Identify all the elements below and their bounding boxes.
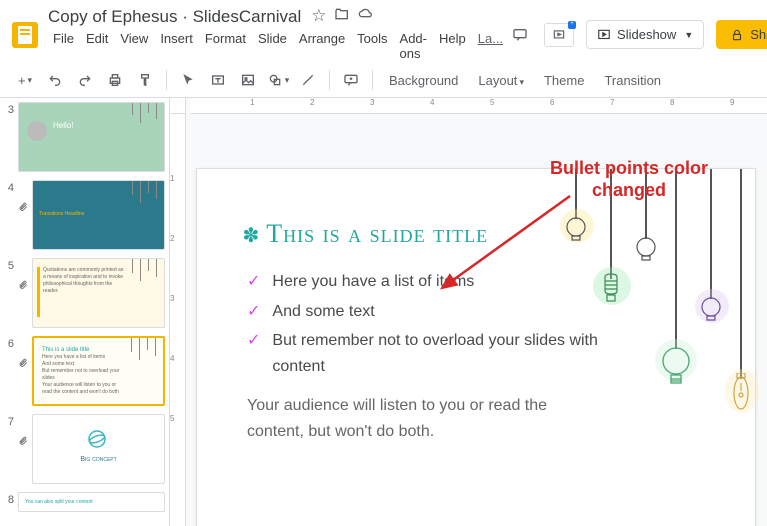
horizontal-ruler[interactable]: 1 2 3 4 5 6 7 8 9	[190, 98, 767, 114]
menu-bar: File Edit View Insert Format Slide Arran…	[48, 29, 508, 63]
attachment-icon	[18, 180, 28, 215]
move-icon[interactable]	[334, 6, 350, 27]
layout-button[interactable]: Layout▾	[470, 73, 532, 88]
checkmark-icon: ✓	[247, 328, 260, 379]
vertical-ruler[interactable]: 1 2 3 4 5	[170, 114, 186, 526]
transition-button[interactable]: Transition	[596, 73, 669, 88]
background-button[interactable]: Background	[381, 73, 466, 88]
chevron-down-icon: ▼	[684, 30, 693, 40]
slides-logo[interactable]	[12, 22, 38, 48]
share-label: Share	[750, 27, 767, 42]
share-button[interactable]: Share	[716, 20, 767, 49]
print-button[interactable]	[102, 67, 128, 93]
slide-title[interactable]: ✽This is a slide title	[227, 219, 488, 249]
slide-thumbnail[interactable]: Transitions Headline	[32, 180, 165, 250]
menu-view[interactable]: View	[115, 29, 153, 63]
document-title[interactable]: Copy of Ephesus · SlidesCarnival	[48, 7, 301, 27]
toolbar: +▾ ▾ Background Layout▾ Theme Transition	[0, 63, 767, 98]
menu-slide[interactable]: Slide	[253, 29, 292, 63]
comments-icon[interactable]	[508, 23, 532, 47]
cloud-icon[interactable]	[358, 6, 374, 27]
star-icon[interactable]: ☆	[311, 6, 326, 27]
attachment-icon	[18, 258, 28, 293]
slide-number: 7	[4, 414, 14, 428]
line-tool[interactable]	[295, 67, 321, 93]
slideshow-label: Slideshow	[617, 27, 676, 42]
slide-thumbnail[interactable]: Quotations are commonly printed as a mea…	[32, 258, 165, 328]
present-icon[interactable]: +	[544, 23, 574, 47]
slide-thumbnail[interactable]: You can also split your content	[18, 492, 165, 512]
lightbulbs-decoration	[555, 169, 755, 449]
paint-format-button[interactable]	[132, 67, 158, 93]
header-right: + Slideshow ▼ Share	[508, 20, 767, 49]
menu-addons[interactable]: Add-ons	[395, 29, 432, 63]
menu-help[interactable]: Help	[434, 29, 471, 63]
checkmark-icon: ✓	[247, 269, 260, 295]
header: Copy of Ephesus · SlidesCarnival ☆ File …	[0, 0, 767, 63]
slide-thumbnail[interactable]: Big concept	[32, 414, 165, 484]
menu-edit[interactable]: Edit	[81, 29, 113, 63]
slide-body[interactable]: ✓Here you have a list of items ✓And some…	[247, 269, 607, 445]
image-tool[interactable]	[235, 67, 261, 93]
list-item: ✓Here you have a list of items	[247, 269, 607, 295]
textbox-tool[interactable]	[205, 67, 231, 93]
checkmark-icon: ✓	[247, 299, 260, 325]
annotation-text: Bullet points color changed	[550, 158, 708, 201]
menu-tools[interactable]: Tools	[352, 29, 392, 63]
menu-arrange[interactable]: Arrange	[294, 29, 350, 63]
theme-button[interactable]: Theme	[536, 73, 592, 88]
asterisk-icon: ✽	[243, 225, 261, 247]
slideshow-button[interactable]: Slideshow ▼	[586, 20, 704, 49]
redo-button[interactable]	[72, 67, 98, 93]
lock-icon	[730, 28, 744, 42]
shape-tool[interactable]: ▾	[265, 67, 291, 93]
menu-file[interactable]: File	[48, 29, 79, 63]
attachment-icon	[18, 414, 28, 449]
slide-thumbnail[interactable]: Hello!	[18, 102, 165, 172]
filmstrip[interactable]: 3 Hello! 4 Transitions Headline 5 Quotat…	[0, 98, 170, 526]
slide-canvas[interactable]: ✽This is a slide title ✓Here you have a …	[196, 168, 756, 526]
main: 3 Hello! 4 Transitions Headline 5 Quotat…	[0, 98, 767, 526]
list-item: ✓But remember not to overload your slide…	[247, 328, 607, 379]
list-item: ✓And some text	[247, 299, 607, 325]
attachment-icon	[18, 336, 28, 371]
slide-thumbnail[interactable]: This is a slide titleHere you have a lis…	[32, 336, 165, 406]
slide-paragraph: Your audience will listen to you or read…	[247, 393, 607, 444]
canvas-area: 1 2 3 4 5 6 7 8 9 1 2 3 4 5 Bullet point…	[170, 98, 767, 526]
menu-insert[interactable]: Insert	[155, 29, 198, 63]
menu-last-edit[interactable]: La...	[473, 29, 508, 63]
slide-number: 4	[4, 180, 14, 194]
slide-number: 5	[4, 258, 14, 272]
slide-number: 8	[4, 492, 14, 506]
title-area: Copy of Ephesus · SlidesCarnival ☆ File …	[48, 6, 508, 63]
comment-tool[interactable]	[338, 67, 364, 93]
slide-number: 3	[4, 102, 14, 116]
undo-button[interactable]	[42, 67, 68, 93]
new-slide-button[interactable]: +▾	[12, 67, 38, 93]
play-rect-icon	[597, 28, 611, 42]
select-tool[interactable]	[175, 67, 201, 93]
ruler-corner	[170, 98, 186, 114]
slide-number: 6	[4, 336, 14, 350]
menu-format[interactable]: Format	[200, 29, 251, 63]
